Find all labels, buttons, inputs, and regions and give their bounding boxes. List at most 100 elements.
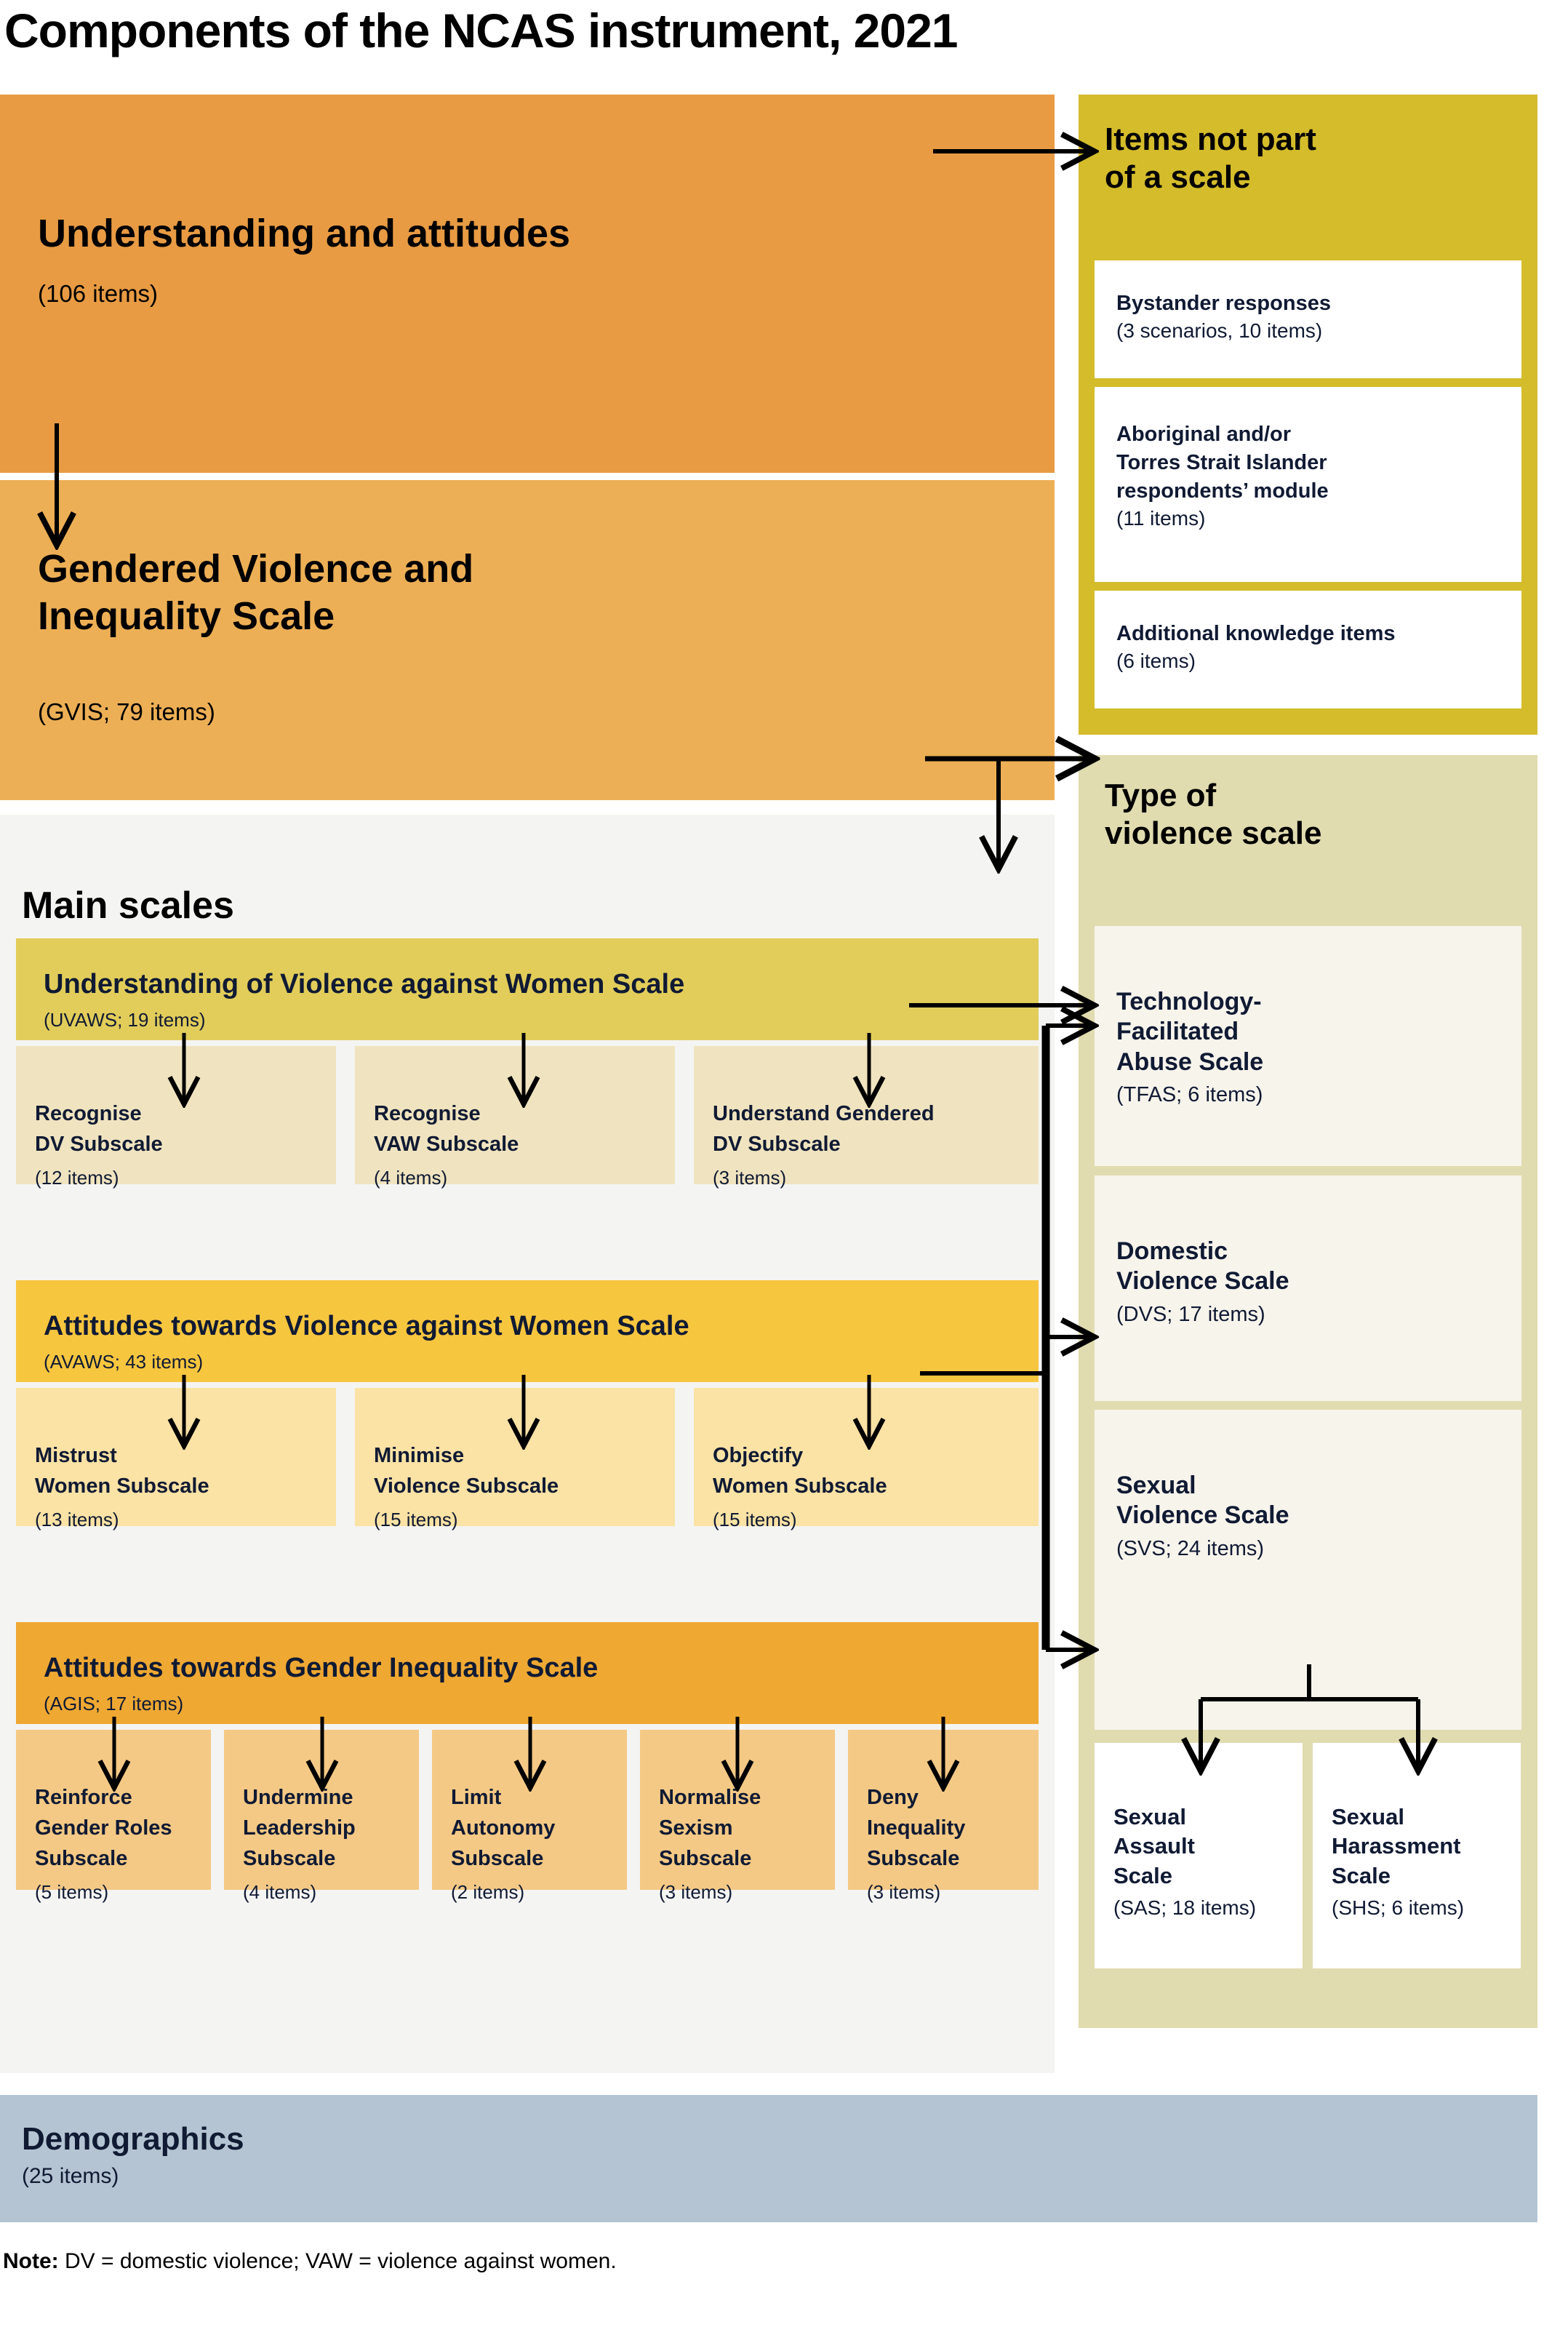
- subscale-title-line-2: Autonomy: [451, 1816, 556, 1840]
- subscale-count: (4 items): [243, 1881, 317, 1904]
- subscale-count: (3 items): [713, 1167, 787, 1189]
- subscale-normalise-sexism: Normalise Sexism Subscale (3 items): [640, 1730, 835, 1903]
- subscale-title-line-1: Limit: [451, 1786, 502, 1809]
- subscale-understand-gendered-dv: Understand Gendered DV Subscale (3 items…: [694, 1046, 1039, 1189]
- gvis-box: Gendered Violence and Inequality Scale (…: [0, 480, 1055, 800]
- card-title-line-3: Scale: [1332, 1862, 1391, 1888]
- note-text: Note: DV = domestic violence; VAW = viol…: [3, 2249, 617, 2274]
- card-title-line-2: Assault: [1113, 1833, 1195, 1859]
- card-domestic-violence-scale: Domestic Violence Scale (DVS; 17 items): [1095, 1176, 1521, 1401]
- card-count: (3 scenarios, 10 items): [1116, 319, 1323, 343]
- avaws-count: (AVAWS; 43 items): [44, 1351, 204, 1373]
- card-count: (TFAS; 6 items): [1116, 1083, 1263, 1107]
- subscale-minimise-violence: Minimise Violence Subscale (15 items): [355, 1388, 675, 1530]
- subscale-title-line-1: Normalise: [659, 1786, 761, 1809]
- type-of-violence-scale-box: Type of violence scale Technology- Facil…: [1079, 755, 1537, 2028]
- card-title: Additional knowledge items: [1116, 622, 1396, 645]
- uvaws-title: Understanding of Violence against Women …: [44, 969, 685, 999]
- card-title-line-1: Aboriginal and/or: [1116, 423, 1292, 446]
- subscale-title-line-1: Deny: [867, 1786, 919, 1809]
- card-count: (SVS; 24 items): [1116, 1536, 1265, 1560]
- agis-header: Attitudes towards Gender Inequality Scal…: [16, 1622, 1039, 1724]
- demographics-count: (25 items): [22, 2164, 119, 2188]
- diagram-canvas: Components of the NCAS instrument, 2021 …: [0, 0, 1568, 2327]
- subscale-title-line-1: Objectify: [713, 1444, 804, 1467]
- demographics-title: Demographics: [22, 2121, 244, 2157]
- card-count: (11 items): [1116, 507, 1206, 530]
- card-title-line-2: Facilitated: [1116, 1018, 1239, 1046]
- gvis-title-line-1: Gendered Violence and: [38, 547, 474, 591]
- subscale-title-line-1: Recognise: [374, 1102, 481, 1125]
- main-scales-heading: Main scales: [22, 885, 234, 927]
- gvis-count: (GVIS; 79 items): [38, 698, 215, 725]
- subscale-title-line-3: Subscale: [867, 1847, 960, 1871]
- subscale-undermine-leadership: Undermine Leadership Subscale (4 items): [224, 1730, 419, 1903]
- subscale-count: (12 items): [35, 1167, 119, 1189]
- items-not-part-of-scale-title: Items not part of a scale: [1105, 121, 1316, 196]
- card-title-line-1: Technology-: [1116, 988, 1262, 1015]
- items-not-part-title-line-2: of a scale: [1105, 159, 1251, 195]
- card-count: (SAS; 18 items): [1113, 1896, 1257, 1919]
- note-label: Note:: [3, 2249, 59, 2273]
- items-not-part-title-line-1: Items not part: [1105, 121, 1316, 157]
- subscale-count: (5 items): [35, 1881, 109, 1904]
- card-sexual-harassment-scale: Sexual Harassment Scale (SHS; 6 items): [1313, 1743, 1521, 1968]
- subscale-count: (3 items): [659, 1881, 733, 1904]
- subscale-objectify-women: Objectify Women Subscale (15 items): [694, 1388, 1039, 1530]
- subscale-count: (13 items): [35, 1509, 119, 1531]
- subscale-count: (15 items): [374, 1509, 458, 1531]
- avaws-header: Attitudes towards Violence against Women…: [16, 1280, 1039, 1382]
- subscale-count: (4 items): [374, 1167, 448, 1189]
- items-not-part-of-scale-box: Items not part of a scale Bystander resp…: [1079, 95, 1537, 735]
- subscale-title-line-2: Leadership: [243, 1816, 356, 1840]
- subscale-title-line-1: Understand Gendered: [713, 1102, 935, 1125]
- card-title-line-3: respondents’ module: [1116, 479, 1329, 503]
- agis-count: (AGIS; 17 items): [44, 1693, 184, 1715]
- subscale-reinforce-gender-roles: Reinforce Gender Roles Subscale (5 items…: [16, 1730, 211, 1903]
- subscale-title-line-3: Subscale: [659, 1847, 752, 1871]
- card-title-line-2: Torres Strait Islander: [1116, 451, 1327, 475]
- understanding-and-attitudes-title: Understanding and attitudes: [38, 212, 571, 255]
- card-title-line-3: Scale: [1113, 1862, 1173, 1888]
- card-count: (SHS; 6 items): [1332, 1896, 1465, 1919]
- subscale-title-line-1: Reinforce: [35, 1786, 132, 1809]
- subscale-limit-autonomy: Limit Autonomy Subscale (2 items): [432, 1730, 627, 1903]
- uvaws-header: Understanding of Violence against Women …: [16, 938, 1039, 1040]
- card-count: (DVS; 17 items): [1116, 1302, 1265, 1326]
- card-title: Bystander responses: [1116, 292, 1331, 315]
- card-title-line-1: Domestic: [1116, 1237, 1228, 1265]
- subscale-title-line-2: Sexism: [659, 1816, 733, 1840]
- understanding-and-attitudes-count: (106 items): [38, 280, 159, 307]
- card-title-line-2: Violence Scale: [1116, 1267, 1289, 1296]
- card-title-line-1: Sexual: [1332, 1804, 1404, 1829]
- subscale-title-line-3: Subscale: [35, 1847, 128, 1871]
- subscale-count: (2 items): [451, 1881, 525, 1904]
- subscale-title-line-2: Gender Roles: [35, 1816, 172, 1840]
- card-sexual-assault-scale: Sexual Assault Scale (SAS; 18 items): [1095, 1743, 1303, 1968]
- card-count: (6 items): [1116, 650, 1196, 673]
- subscale-title-line-1: Minimise: [374, 1444, 465, 1467]
- card-title-line-1: Sexual: [1116, 1472, 1196, 1499]
- subscale-title-line-2: Women Subscale: [713, 1474, 887, 1498]
- subscale-title-line-2: DV Subscale: [35, 1133, 163, 1157]
- card-title-line-2: Harassment: [1332, 1833, 1461, 1859]
- gvis-title-line-2: Inequality Scale: [38, 594, 335, 638]
- note-body: DV = domestic violence; VAW = violence a…: [58, 2249, 617, 2273]
- subscale-title-line-2: DV Subscale: [713, 1133, 841, 1157]
- subscale-count: (15 items): [713, 1509, 797, 1531]
- subscale-title-line-3: Subscale: [451, 1847, 544, 1871]
- card-technology-facilitated-abuse-scale: Technology- Facilitated Abuse Scale (TFA…: [1095, 926, 1521, 1166]
- subscale-title-line-3: Subscale: [243, 1847, 336, 1871]
- card-title-line-2: Violence Scale: [1116, 1501, 1289, 1530]
- type-of-violence-scale-title: Type of violence scale: [1105, 777, 1321, 853]
- type-of-violence-title-line-2: violence scale: [1105, 815, 1322, 851]
- subscale-title-line-1: Recognise: [35, 1102, 142, 1125]
- subscale-count: (3 items): [867, 1881, 941, 1904]
- agis-title: Attitudes towards Gender Inequality Scal…: [44, 1653, 599, 1683]
- understanding-and-attitudes-box: Understanding and attitudes (106 items): [0, 95, 1055, 473]
- card-bystander-responses: Bystander responses (3 scenarios, 10 ite…: [1095, 260, 1521, 378]
- card-title-line-3: Abuse Scale: [1116, 1047, 1264, 1076]
- gvis-title: Gendered Violence and Inequality Scale: [38, 546, 473, 640]
- type-of-violence-title-line-1: Type of: [1105, 778, 1217, 813]
- avaws-title: Attitudes towards Violence against Women…: [44, 1311, 689, 1341]
